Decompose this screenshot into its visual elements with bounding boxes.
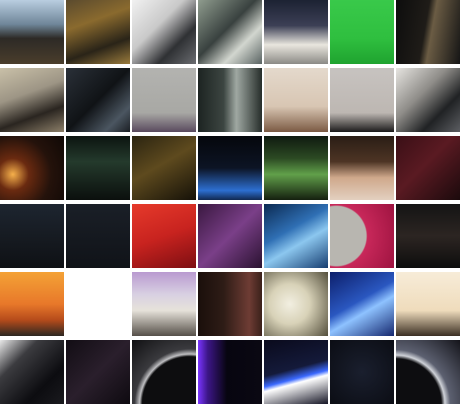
tile-camera-shoulder[interactable] — [66, 68, 130, 132]
tile-dark-blue-black[interactable] — [66, 204, 130, 268]
tile-truss-green[interactable] — [264, 136, 328, 200]
tile-blue-white-stage[interactable] — [264, 340, 328, 404]
tile-camera-lens-closeup[interactable] — [0, 68, 64, 132]
tile-lavender-wall[interactable] — [132, 272, 196, 336]
tile-control-panel[interactable] — [198, 68, 262, 132]
tile-dark-navy[interactable] — [0, 204, 64, 268]
tile-night-scene-light[interactable] — [0, 340, 64, 404]
tile-audience-heads[interactable] — [330, 68, 394, 132]
tile-camera-rig-blue[interactable] — [264, 0, 328, 64]
tile-camera-operator[interactable] — [198, 0, 262, 64]
tile-lights-dark-red[interactable] — [0, 136, 64, 200]
tile-spotlights-yellow[interactable] — [132, 136, 196, 200]
tile-grey-arc[interactable] — [132, 340, 196, 404]
tile-green-screen[interactable] — [330, 0, 394, 64]
tile-red-equipment[interactable] — [396, 136, 460, 200]
tile-broadcast-console[interactable] — [66, 0, 130, 64]
tile-white-blank[interactable] — [66, 272, 130, 336]
tile-dark-equipment[interactable] — [396, 0, 460, 64]
tile-monitors-rack[interactable] — [0, 0, 64, 64]
tile-silver-curve[interactable] — [396, 340, 460, 404]
tile-shoji-screen[interactable] — [396, 272, 460, 336]
tile-ceiling-lamp[interactable] — [330, 136, 394, 200]
image-thumbnail-grid — [0, 0, 460, 404]
tile-violet-glow[interactable] — [198, 340, 262, 404]
tile-studio-backdrop-text[interactable] — [264, 68, 328, 132]
tile-blue-abstract[interactable] — [330, 272, 394, 336]
tile-studio-camera-white[interactable] — [132, 0, 196, 64]
tile-purple-gradient[interactable] — [198, 204, 262, 268]
tile-grey-wall[interactable] — [132, 68, 196, 132]
tile-hazy-light[interactable] — [264, 272, 328, 336]
tile-lighting-grid-green[interactable] — [66, 136, 130, 200]
tile-blue-screen-panel[interactable] — [264, 204, 328, 268]
tile-dark-brown-room[interactable] — [198, 272, 262, 336]
tile-red-surface[interactable] — [132, 204, 196, 268]
tile-blue-stage-lights[interactable] — [198, 136, 262, 200]
tile-dark-purple[interactable] — [66, 340, 130, 404]
tile-camera-side[interactable] — [396, 68, 460, 132]
tile-dark-texture[interactable] — [396, 204, 460, 268]
tile-orange-landscape[interactable] — [0, 272, 64, 336]
tile-pink-curve[interactable] — [330, 204, 394, 268]
tile-starry-dark[interactable] — [330, 340, 394, 404]
